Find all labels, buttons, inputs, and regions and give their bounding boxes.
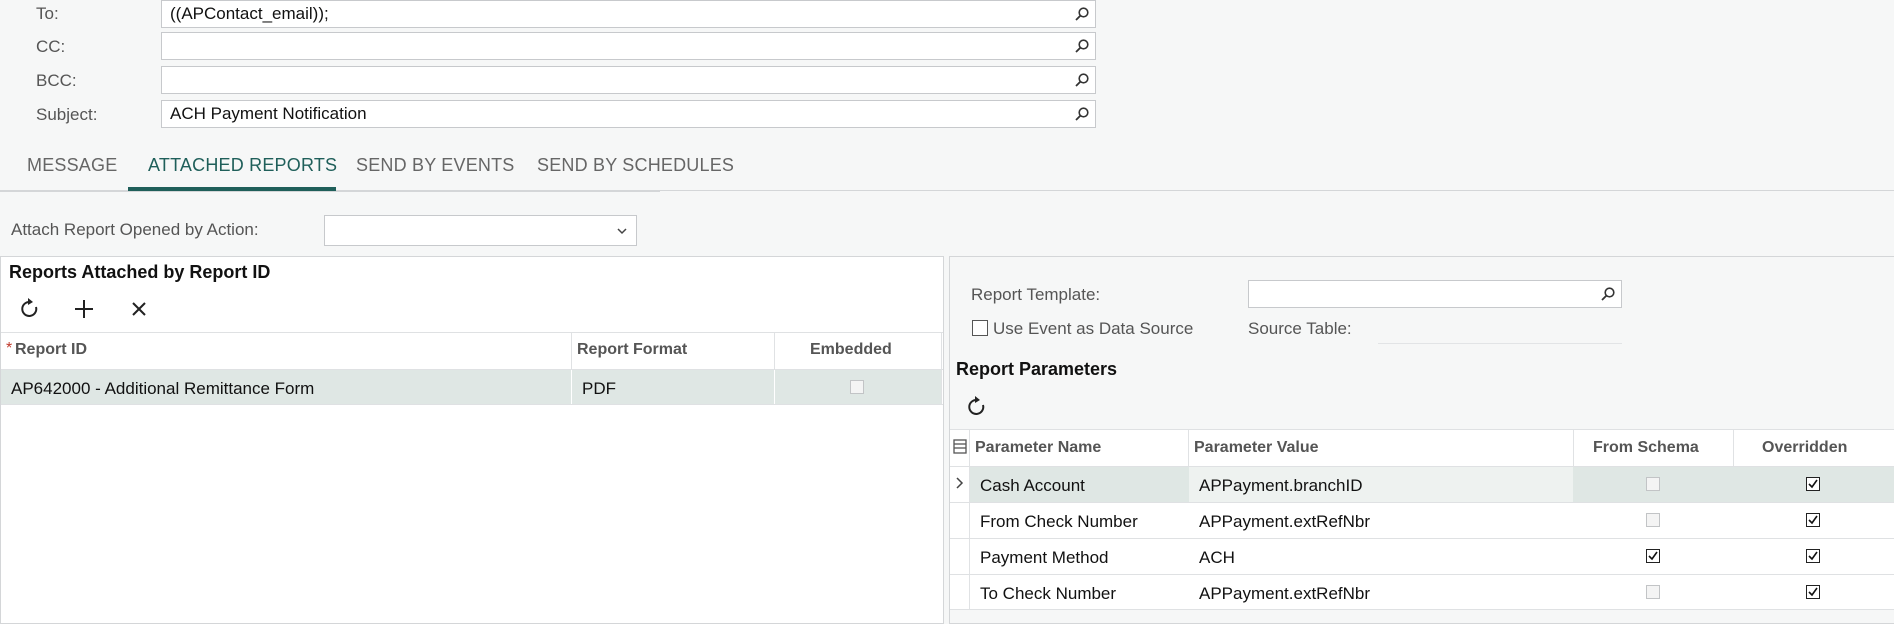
report-parameters-title: Report Parameters — [956, 359, 1118, 379]
row-divider — [950, 538, 1894, 539]
cell-parameter-value[interactable]: APPayment.extRefNbr — [1199, 584, 1370, 604]
checkmark-icon — [1808, 515, 1818, 525]
row-divider — [950, 574, 1894, 575]
checkmark-icon — [1808, 551, 1818, 561]
add-icon[interactable] — [69, 294, 99, 324]
overridden-checkbox[interactable] — [1806, 549, 1820, 563]
col-divider — [969, 430, 970, 610]
subject-value: ACH Payment Notification — [170, 104, 367, 123]
checkmark-icon — [1648, 551, 1658, 561]
grid-header-top — [1, 332, 943, 333]
tab-message[interactable]: MESSAGE — [27, 155, 117, 176]
from-schema-checkbox[interactable] — [1646, 549, 1660, 563]
col-parameter-value[interactable]: Parameter Value — [1194, 439, 1319, 457]
cell-parameter-value[interactable]: APPayment.extRefNbr — [1199, 512, 1370, 532]
search-icon[interactable] — [1600, 286, 1616, 302]
attach-action-select[interactable] — [324, 215, 637, 246]
to-value: ((APContact_email)); — [170, 4, 329, 23]
row-divider — [1, 404, 943, 405]
cell-report-id[interactable]: AP642000 - Additional Remittance Form — [11, 379, 314, 399]
tab-send-by-events[interactable]: SEND BY EVENTS — [356, 155, 515, 176]
refresh-icon[interactable] — [962, 392, 992, 422]
cell-parameter-value[interactable]: ACH — [1199, 548, 1235, 568]
cell-divider — [571, 370, 572, 404]
tab-attached-reports[interactable]: ATTACHED REPORTS — [148, 155, 337, 176]
embedded-checkbox[interactable] — [850, 380, 864, 394]
attach-action-label: Attach Report Opened by Action: — [11, 220, 259, 239]
active-tab-indicator — [128, 187, 336, 191]
overridden-checkbox[interactable] — [1806, 477, 1820, 491]
from-schema-checkbox[interactable] — [1646, 585, 1660, 599]
refresh-icon[interactable] — [15, 294, 45, 324]
cell-parameter-name[interactable]: Payment Method — [980, 548, 1109, 568]
cell-parameter-name[interactable]: Cash Account — [980, 476, 1085, 496]
tab-send-by-schedules[interactable]: SEND BY SCHEDULES — [537, 155, 734, 176]
col-report-format[interactable]: Report Format — [577, 341, 687, 359]
cell-parameter-name[interactable]: From Check Number — [980, 512, 1138, 532]
template-panel-top — [949, 256, 1649, 257]
row-divider — [950, 609, 1894, 610]
from-schema-checkbox[interactable] — [1646, 513, 1660, 527]
cell-parameter-name[interactable]: To Check Number — [980, 584, 1116, 604]
col-divider — [1733, 430, 1734, 466]
subject-field[interactable]: ACH Payment Notification — [161, 100, 1096, 128]
chevron-right-icon[interactable] — [954, 476, 964, 490]
search-icon[interactable] — [1074, 106, 1090, 122]
col-embedded[interactable]: Embedded — [810, 341, 892, 359]
report-template-label: Report Template: — [971, 285, 1101, 304]
checkmark-icon — [1808, 587, 1818, 597]
cc-field[interactable] — [161, 32, 1096, 60]
subject-label: Subject: — [36, 105, 98, 124]
col-overridden[interactable]: Overridden — [1762, 439, 1847, 457]
use-event-checkbox[interactable] — [972, 320, 988, 336]
cc-label: CC: — [36, 37, 66, 56]
overridden-checkbox[interactable] — [1806, 585, 1820, 599]
overridden-checkbox[interactable] — [1806, 513, 1820, 527]
delete-icon[interactable] — [124, 294, 154, 324]
source-table-field[interactable] — [1378, 343, 1622, 344]
checkmark-icon — [1808, 479, 1818, 489]
cell-parameter-value[interactable]: APPayment.branchID — [1199, 476, 1362, 496]
use-event-label: Use Event as Data Source — [993, 319, 1194, 338]
row-divider — [950, 502, 1894, 503]
reports-panel-title: Reports Attached by Report ID — [9, 262, 271, 282]
search-icon[interactable] — [1074, 72, 1090, 88]
col-from-schema[interactable]: From Schema — [1593, 439, 1699, 457]
chevron-down-icon — [617, 228, 627, 235]
search-icon[interactable] — [1074, 6, 1090, 22]
col-parameter-name[interactable]: Parameter Name — [975, 439, 1101, 457]
grid-header-top — [950, 429, 1894, 430]
search-icon[interactable] — [1074, 38, 1090, 54]
bcc-field[interactable] — [161, 66, 1096, 94]
to-field[interactable]: ((APContact_email)); — [161, 0, 1096, 28]
col-divider — [1573, 430, 1574, 466]
required-mark: * — [6, 340, 13, 357]
to-label: To: — [36, 4, 59, 23]
source-table-label: Source Table: — [1248, 319, 1352, 338]
cell-report-format[interactable]: PDF — [582, 379, 616, 399]
column-settings-icon[interactable] — [952, 438, 968, 456]
col-report-id[interactable]: Report ID — [15, 341, 87, 359]
col-divider — [1188, 430, 1189, 466]
cell-divider — [774, 370, 775, 404]
bcc-label: BCC: — [36, 71, 77, 90]
from-schema-checkbox[interactable] — [1646, 477, 1660, 491]
report-template-field[interactable] — [1248, 280, 1622, 308]
